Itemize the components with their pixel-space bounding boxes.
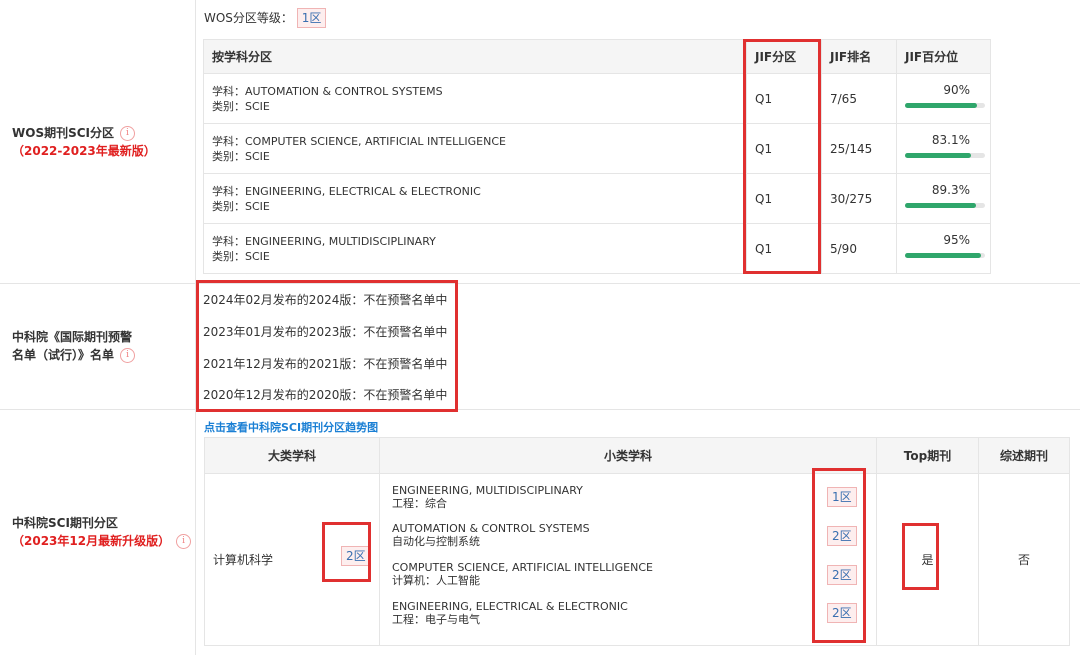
row-subject: 学科：ENGINEERING, ELECTRICAL & ELECTRONIC (212, 184, 481, 198)
wos-grade: WOS分区等级： 1区 (204, 8, 327, 28)
table-row: 学科：AUTOMATION & CONTROL SYSTEMS 类别：SCIE Q… (203, 73, 991, 124)
percentile-bar (905, 152, 985, 158)
row-percentile: 83.1% (931, 132, 970, 147)
percentile-bar (905, 102, 985, 108)
warning-item: 2020年12月发布的2020版：不在预警名单中 (203, 388, 448, 402)
minor-zone-badge: 2区 (827, 603, 857, 623)
header-minor-subject: 小类学科 (379, 437, 877, 474)
header-jif-rank: JIF排名 (821, 39, 897, 74)
row-quartile: Q1 (746, 123, 822, 174)
wos-section-label: WOS期刊SCI分区 i （2022-2023年最新版） (0, 124, 156, 160)
cas-trend-link[interactable]: 点击查看中科院SCI期刊分区趋势图 (204, 419, 378, 435)
wos-section: WOS期刊SCI分区 i （2022-2023年最新版） WOS分区等级： 1区 … (0, 0, 1080, 284)
warning-item: 2024年02月发布的2024版：不在预警名单中 (203, 293, 448, 307)
major-zone-badge: 2区 (341, 546, 371, 566)
minor-zone-badge: 1区 (827, 487, 857, 507)
table-row: 学科：ENGINEERING, MULTIDISCIPLINARY 类别：SCIE… (203, 223, 991, 274)
minor-item: ENGINEERING, ELECTRICAL & ELECTRONIC 工程：… (392, 600, 628, 626)
minor-subject-cn: 工程：电子与电气 (392, 613, 480, 626)
row-rank: 30/275 (821, 173, 897, 224)
table-row: 计算机科学 2区 ENGINEERING, MULTIDISCIPLINARY … (204, 473, 1070, 646)
row-subject: 学科：COMPUTER SCIENCE, ARTIFICIAL INTELLIG… (212, 134, 506, 148)
info-icon[interactable]: i (120, 348, 136, 363)
header-major-subject: 大类学科 (204, 437, 380, 474)
minor-item: AUTOMATION & CONTROL SYSTEMS 自动化与控制系统 (392, 522, 590, 548)
table-row: 学科：ENGINEERING, ELECTRICAL & ELECTRONIC 类… (203, 173, 991, 224)
wos-table-header: 按学科分区 JIF分区 JIF排名 JIF百分位 (203, 39, 991, 74)
wos-section-label-cell: WOS期刊SCI分区 i （2022-2023年最新版） (0, 0, 196, 283)
top-journal-value: 是 (876, 473, 979, 646)
minor-subject-en: AUTOMATION & CONTROL SYSTEMS (392, 522, 590, 535)
header-top-journal: Top期刊 (876, 437, 979, 474)
cas-table-header: 大类学科 小类学科 Top期刊 综述期刊 (204, 437, 1070, 474)
wos-grade-badge: 1区 (296, 8, 327, 28)
minor-subject-en: ENGINEERING, ELECTRICAL & ELECTRONIC (392, 600, 628, 613)
row-subject: 学科：AUTOMATION & CONTROL SYSTEMS (212, 84, 443, 98)
minor-item: COMPUTER SCIENCE, ARTIFICIAL INTELLIGENC… (392, 561, 653, 587)
warning-item: 2023年01月发布的2023版：不在预警名单中 (203, 325, 448, 339)
row-percentile: 89.3% (931, 182, 970, 197)
cas-section-title: 中科院SCI期刊分区 (12, 516, 118, 530)
minor-subject-cn: 工程：综合 (392, 497, 447, 510)
row-rank: 7/65 (821, 73, 897, 124)
wos-section-title: WOS期刊SCI分区 (12, 125, 114, 140)
percentile-bar-fill (905, 102, 977, 108)
warning-item: 2021年12月发布的2021版：不在预警名单中 (203, 357, 448, 371)
row-percentile: 95% (943, 232, 970, 247)
wos-section-subtitle: （2022-2023年最新版） (12, 143, 156, 158)
row-subject: 学科：ENGINEERING, MULTIDISCIPLINARY (212, 234, 436, 248)
header-review-journal: 综述期刊 (978, 437, 1070, 474)
warning-section-title-line2: 名单（试行）》名单 (12, 348, 115, 362)
row-category: 类别：SCIE (212, 199, 270, 213)
row-quartile: Q1 (746, 223, 822, 274)
minor-subject-cn: 自动化与控制系统 (392, 535, 480, 548)
cas-section-label: 中科院SCI期刊分区 （2023年12月最新升级版） i (0, 514, 192, 550)
cas-section-subtitle: （2023年12月最新升级版） (12, 534, 171, 548)
cas-table: 大类学科 小类学科 Top期刊 综述期刊 计算机科学 2区 ENGINEERIN… (204, 437, 1070, 646)
row-category: 类别：SCIE (212, 99, 270, 113)
percentile-bar (905, 202, 985, 208)
warning-section-title-line1: 中科院《国际期刊预警 (12, 330, 133, 344)
row-category: 类别：SCIE (212, 249, 270, 263)
percentile-bar-fill (905, 202, 977, 208)
percentile-bar-fill (905, 152, 972, 158)
minor-subject-en: COMPUTER SCIENCE, ARTIFICIAL INTELLIGENC… (392, 561, 653, 574)
minor-subject-en: ENGINEERING, MULTIDISCIPLINARY (392, 484, 583, 497)
row-rank: 25/145 (821, 123, 897, 174)
row-quartile: Q1 (746, 73, 822, 124)
minor-item: ENGINEERING, MULTIDISCIPLINARY 工程：综合 (392, 484, 583, 510)
info-icon[interactable]: i (120, 125, 135, 141)
percentile-bar-fill (905, 252, 981, 258)
header-jif-percentile: JIF百分位 (896, 39, 991, 74)
info-icon[interactable]: i (176, 534, 192, 549)
major-subject: 计算机科学 (213, 553, 274, 567)
row-percentile: 90% (943, 82, 970, 97)
table-row: 学科：COMPUTER SCIENCE, ARTIFICIAL INTELLIG… (203, 123, 991, 174)
wos-table: 按学科分区 JIF分区 JIF排名 JIF百分位 学科：AUTOMATION &… (203, 39, 991, 274)
header-jif-quartile: JIF分区 (746, 39, 822, 74)
row-rank: 5/90 (821, 223, 897, 274)
wos-grade-label: WOS分区等级： (204, 11, 293, 25)
warning-section-label-cell: 中科院《国际期刊预警 名单（试行）》名单 i (0, 283, 196, 409)
percentile-bar (905, 252, 985, 258)
header-subject: 按学科分区 (203, 39, 747, 74)
minor-subject-cn: 计算机：人工智能 (392, 574, 480, 587)
minor-zone-badge: 2区 (827, 526, 857, 546)
review-journal-value: 否 (978, 473, 1070, 646)
warning-section-label: 中科院《国际期刊预警 名单（试行）》名单 i (0, 328, 136, 364)
row-quartile: Q1 (746, 173, 822, 224)
minor-zone-badge: 2区 (827, 565, 857, 585)
row-category: 类别：SCIE (212, 149, 270, 163)
cas-section-label-cell: 中科院SCI期刊分区 （2023年12月最新升级版） i (0, 409, 196, 655)
warning-section: 中科院《国际期刊预警 名单（试行）》名单 i (0, 283, 1080, 410)
